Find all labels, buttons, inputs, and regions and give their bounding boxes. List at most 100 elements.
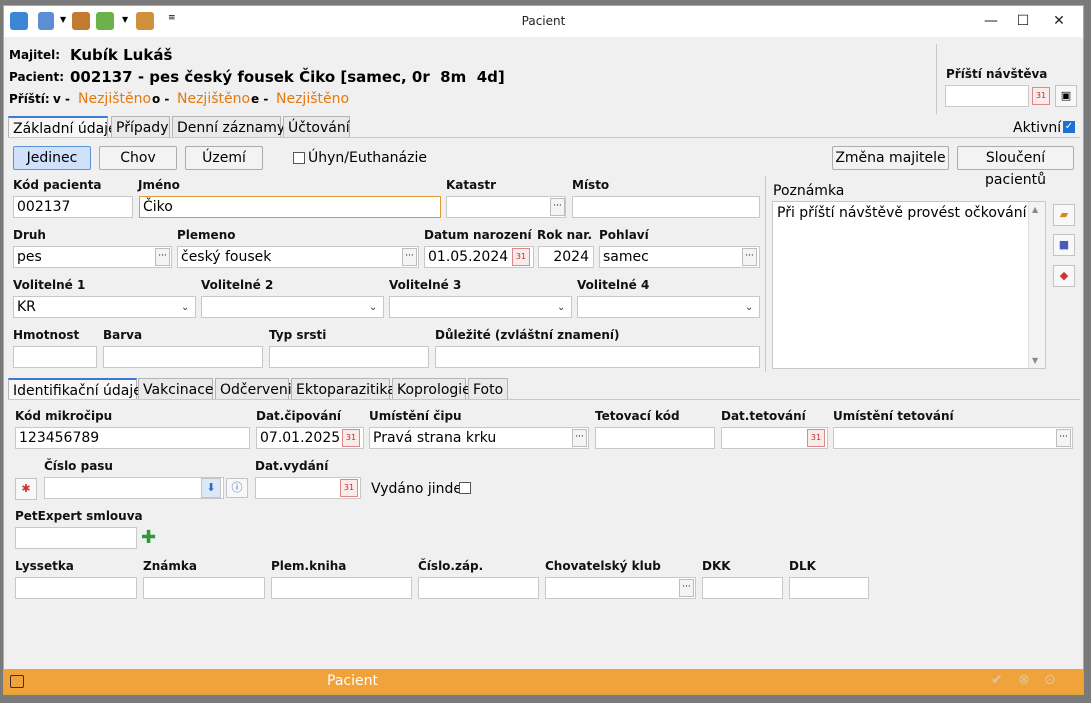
tab-vakcinace[interactable]: Vakcinace — [138, 378, 214, 400]
next-e-value: Nezjištěno — [276, 91, 350, 107]
pohlavi-label: Pohlaví — [599, 228, 649, 242]
calendar-icon[interactable]: 31 — [1032, 87, 1050, 105]
chevron-down-icon[interactable]: ⌄ — [181, 302, 189, 313]
druh-lookup-button[interactable]: ··· — [155, 248, 170, 266]
active-checkbox[interactable]: ✓ — [1063, 121, 1075, 133]
umisteni-tetovani-lookup-button[interactable]: ··· — [1056, 429, 1071, 447]
save-icon[interactable]: ■ — [1053, 234, 1075, 256]
status-icon — [10, 675, 24, 688]
znamka-input[interactable] — [143, 577, 265, 599]
cislo-pasu-input[interactable] — [44, 477, 224, 499]
kod-pacienta-label: Kód pacienta — [13, 178, 102, 192]
katastr-lookup-button[interactable]: ··· — [550, 198, 565, 216]
barva-label: Barva — [103, 328, 143, 342]
tab-identifikacni-udaje[interactable]: Identifikační údaje — [8, 378, 142, 400]
dlk-label: DLK — [789, 559, 816, 573]
datum-narozeni-label: Datum narození — [424, 228, 532, 242]
rok-nar-input[interactable]: 2024 — [538, 246, 594, 268]
typ-srsti-input[interactable] — [269, 346, 429, 368]
dlk-input[interactable] — [789, 577, 869, 599]
confirm-icon[interactable]: ✔ — [991, 672, 1003, 688]
tab-denni-zaznamy[interactable]: Denní záznamy — [172, 116, 285, 138]
petexpert-input[interactable] — [15, 527, 137, 549]
cislo-zap-input[interactable] — [418, 577, 539, 599]
note-scrollbar[interactable]: ▲ ▼ — [1028, 202, 1045, 368]
datum-narozeni-calendar-icon[interactable]: 31 — [512, 248, 530, 266]
katastr-input[interactable] — [446, 196, 566, 218]
misto-input[interactable] — [572, 196, 760, 218]
next-e-label: e - — [251, 92, 269, 106]
plemeno-label: Plemeno — [177, 228, 236, 242]
download-icon[interactable]: ⬇ — [201, 478, 221, 498]
dat-tetovani-calendar-icon[interactable]: 31 — [807, 429, 825, 447]
chov-button[interactable]: Chov — [99, 146, 177, 170]
chevron-down-icon[interactable]: ⌄ — [369, 302, 377, 313]
chovatelsky-klub-lookup-button[interactable]: ··· — [679, 579, 694, 597]
tab-pripady[interactable]: Případy — [111, 116, 170, 138]
plemeno-input[interactable]: český fousek — [177, 246, 419, 268]
record-icon[interactable]: ⊙ — [1044, 672, 1056, 688]
maximize-button[interactable]: ☐ — [1008, 10, 1038, 32]
druh-input[interactable]: pes — [13, 246, 172, 268]
uzemi-button[interactable]: Území — [185, 146, 263, 170]
chevron-down-icon[interactable]: ⌄ — [557, 302, 565, 313]
window-title: Pacient — [521, 14, 566, 28]
info-icon[interactable]: ⓘ — [226, 478, 248, 498]
jmeno-label: Jméno — [138, 178, 180, 192]
volitelne2-select[interactable] — [201, 296, 384, 318]
camera-icon[interactable]: ▣ — [1055, 85, 1077, 107]
vydano-jinde-checkbox[interactable] — [459, 482, 471, 494]
lyssetka-input[interactable] — [15, 577, 137, 599]
minimize-button[interactable]: — — [976, 10, 1006, 32]
plem-kniha-input[interactable] — [271, 577, 412, 599]
petexpert-label: PetExpert smlouva — [15, 509, 143, 523]
scroll-up-icon[interactable]: ▲ — [1032, 205, 1038, 214]
volitelne3-select[interactable] — [389, 296, 572, 318]
volitelne4-label: Volitelné 4 — [577, 278, 650, 292]
next-visit-input[interactable] — [945, 85, 1029, 107]
close-button[interactable]: ✕ — [1044, 10, 1074, 32]
dulezite-label: Důležité (zvláštní znamení) — [435, 328, 620, 342]
cancel-icon[interactable]: ⊗ — [1018, 672, 1030, 688]
hmotnost-input[interactable] — [13, 346, 97, 368]
kod-mikrocipu-input[interactable]: 123456789 — [15, 427, 250, 449]
chevron-down-icon[interactable]: ⌄ — [745, 302, 753, 313]
tab-zakladni-udaje[interactable]: Základní údaje — [8, 116, 117, 138]
add-contract-icon[interactable]: ✚ — [141, 527, 156, 548]
dat-vydani-calendar-icon[interactable]: 31 — [340, 479, 358, 497]
volitelne1-select[interactable]: KR — [13, 296, 196, 318]
note-text: Při příští návštěvě provést očkování — [777, 205, 1027, 221]
tab-odcerveni[interactable]: Odčerveni — [215, 378, 292, 400]
merge-patients-button[interactable]: Sloučení pacientů — [957, 146, 1074, 188]
volitelne4-select[interactable] — [577, 296, 760, 318]
kod-pacienta-input[interactable]: 002137 — [13, 196, 133, 218]
pohlavi-lookup-button[interactable]: ··· — [742, 248, 757, 266]
note-textarea[interactable]: Při příští návštěvě provést očkování ▲ ▼ — [772, 201, 1046, 369]
dulezite-input[interactable] — [435, 346, 760, 368]
plemeno-lookup-button[interactable]: ··· — [402, 248, 417, 266]
status-bar: Pacient ✔ ⊗ ⊙ — [4, 669, 1083, 694]
paw-icon[interactable]: ✱ — [15, 478, 37, 500]
eraser-icon[interactable]: ◆ — [1053, 265, 1075, 287]
tab-koprologie[interactable]: Koprologie — [392, 378, 471, 400]
dat-vydani-label: Dat.vydání — [255, 459, 329, 473]
tab-foto[interactable]: Foto — [468, 378, 508, 400]
umisteni-cipu-lookup-button[interactable]: ··· — [572, 429, 587, 447]
tab-uctovani[interactable]: Účtování — [283, 116, 350, 138]
dat-cipovani-calendar-icon[interactable]: 31 — [342, 429, 360, 447]
death-checkbox[interactable] — [293, 152, 305, 164]
change-owner-button[interactable]: Změna majitele — [832, 146, 949, 170]
jedinec-button[interactable]: Jedinec — [13, 146, 91, 170]
barva-input[interactable] — [103, 346, 263, 368]
rok-nar-label: Rok nar. — [537, 228, 593, 242]
umisteni-cipu-input[interactable]: Pravá strana krku — [369, 427, 589, 449]
tab-ektoparazitika[interactable]: Ektoparazitika — [291, 378, 396, 400]
pohlavi-input[interactable]: samec — [599, 246, 760, 268]
chovatelsky-klub-input[interactable] — [545, 577, 696, 599]
dkk-input[interactable] — [702, 577, 783, 599]
tetovaci-kod-input[interactable] — [595, 427, 715, 449]
scroll-down-icon[interactable]: ▼ — [1032, 356, 1038, 365]
umisteni-tetovani-input[interactable] — [833, 427, 1073, 449]
jmeno-input[interactable]: Čiko — [139, 196, 441, 218]
folder-open-icon[interactable]: ▰ — [1053, 204, 1075, 226]
